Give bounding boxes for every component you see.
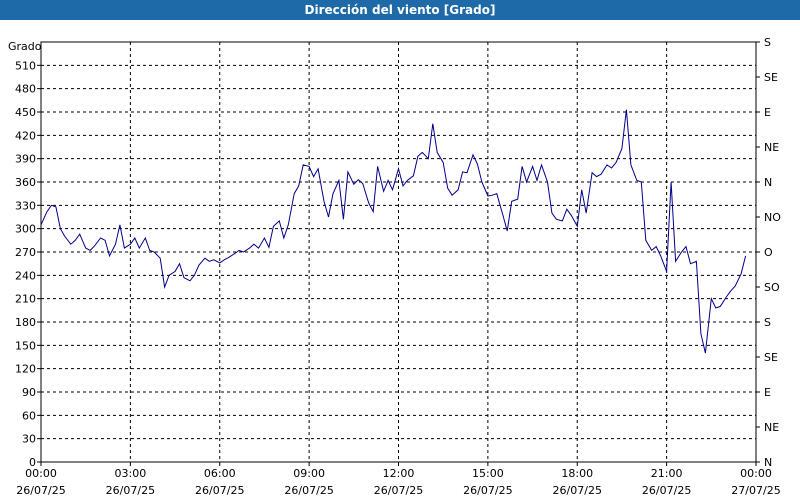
y-tick-label: 480 (15, 83, 36, 96)
x-tick-time: 06:00 (204, 467, 236, 480)
y-tick-label: 510 (15, 59, 36, 72)
y-tick-label: 180 (15, 316, 36, 329)
x-tick-time: 21:00 (651, 467, 683, 480)
y-tick-label: 360 (15, 176, 36, 189)
right-tick-label: E (764, 106, 771, 119)
right-tick-label: NO (764, 211, 781, 224)
right-tick-label: SE (764, 351, 778, 364)
right-tick-label: NE (764, 141, 779, 154)
y-tick-label: 450 (15, 106, 36, 119)
bottom-axis: 00:00 26/07/25 03:00 26/07/25 06:00 26/07/25 0… (16, 462, 781, 497)
x-tick-time: 09:00 (293, 467, 325, 480)
y-tick-label: 90 (22, 386, 36, 399)
x-tick-date: 26/07/25 (553, 484, 602, 497)
y-tick-label: 390 (15, 153, 36, 166)
y-tick-label: 330 (15, 199, 36, 212)
x-tick-date: 26/07/25 (106, 484, 155, 497)
right-tick-label: SE (764, 71, 778, 84)
wind-direction-chart: 0306090120150180210240270300330360390420… (8, 36, 781, 497)
x-tick-date: 26/07/25 (284, 484, 333, 497)
y-tick-label: 240 (15, 269, 36, 282)
right-axis: NNEESESSOONONNEESES (756, 36, 781, 469)
left-axis: 0306090120150180210240270300330360390420… (15, 59, 41, 469)
x-tick-time: 00:00 (740, 467, 772, 480)
chart-title: Dirección del viento [Grado] (0, 0, 800, 20)
y-tick-label: 300 (15, 223, 36, 236)
y-tick-label: 210 (15, 293, 36, 306)
x-tick-time: 18:00 (561, 467, 593, 480)
right-tick-label: NE (764, 421, 779, 434)
x-tick-time: 03:00 (115, 467, 147, 480)
y-tick-label: 270 (15, 246, 36, 259)
x-tick-time: 15:00 (472, 467, 504, 480)
y-tick-label: 120 (15, 363, 36, 376)
y-tick-label: 60 (22, 409, 36, 422)
right-tick-label: E (764, 386, 771, 399)
x-tick-time: 00:00 (25, 467, 57, 480)
x-tick-date: 26/07/25 (16, 484, 65, 497)
right-tick-label: O (764, 246, 773, 259)
right-tick-label: S (764, 36, 771, 49)
y-tick-label: 30 (22, 433, 36, 446)
x-tick-date: 26/07/25 (374, 484, 423, 497)
right-tick-label: SO (764, 281, 780, 294)
x-tick-date: 26/07/25 (642, 484, 691, 497)
x-tick-date: 26/07/25 (463, 484, 512, 497)
y-tick-label: 420 (15, 129, 36, 142)
y-axis-label: Grado (8, 40, 42, 53)
right-tick-label: N (764, 176, 772, 189)
right-tick-label: S (764, 316, 771, 329)
x-tick-date: 27/07/25 (731, 484, 780, 497)
x-tick-date: 26/07/25 (195, 484, 244, 497)
x-tick-time: 12:00 (383, 467, 415, 480)
y-tick-label: 150 (15, 339, 36, 352)
